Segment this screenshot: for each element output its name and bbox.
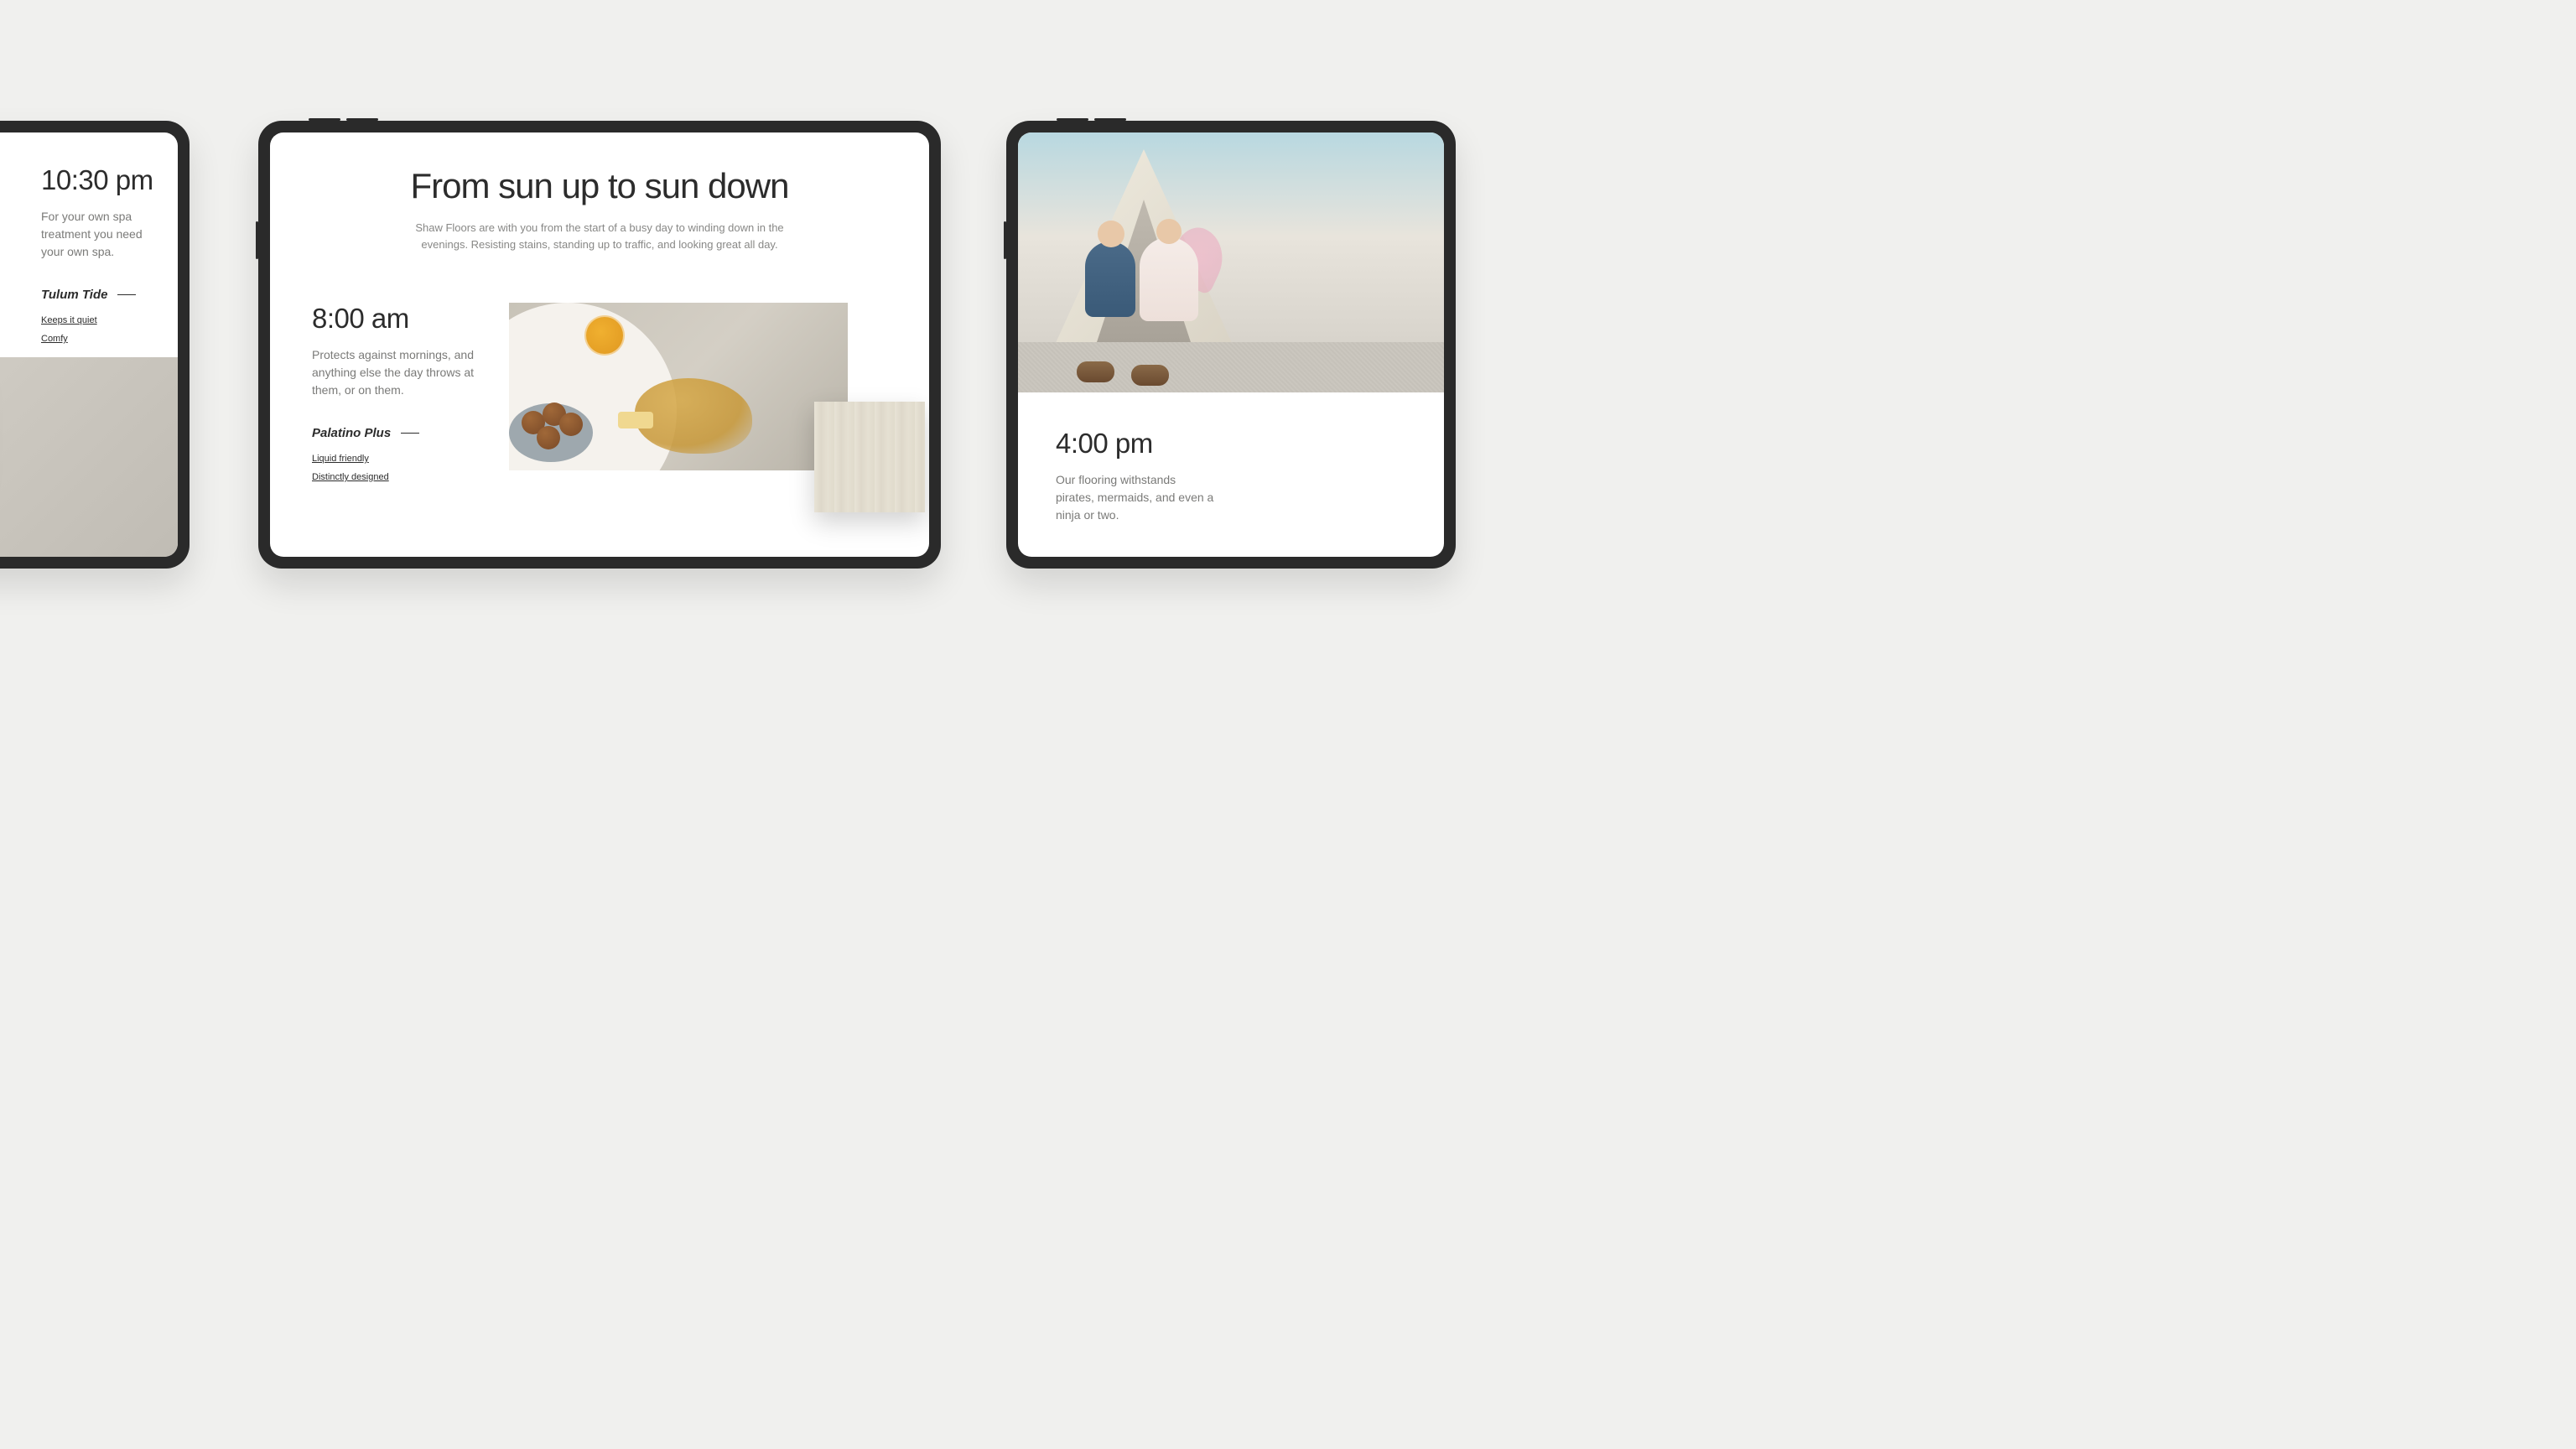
hero-title: From sun up to sun down (270, 166, 929, 206)
time-description: Protects against mornings, and anything … (312, 346, 475, 399)
time-heading: 8:00 am (312, 303, 475, 335)
hero-subtitle: Shaw Floors are with you from the start … (415, 220, 784, 252)
tablet-left: 10:30 pm For your own spa treatment you … (0, 121, 190, 569)
product-name: Palatino Plus (312, 426, 475, 440)
breakfast-spill-image (509, 303, 848, 470)
product-label: Palatino Plus (312, 426, 391, 440)
time-heading: 4:00 pm (1056, 428, 1444, 460)
product-label: Tulum Tide (41, 288, 107, 302)
kids-playing-image (1018, 132, 1444, 392)
feature-link[interactable]: Comfy (41, 334, 178, 344)
breakfast-image-area (509, 303, 887, 482)
divider-line-icon (117, 294, 136, 295)
screen-center: From sun up to sun down Shaw Floors are … (270, 132, 929, 557)
flooring-swatch[interactable] (814, 402, 925, 512)
product-name: Tulum Tide (41, 288, 178, 302)
feature-link[interactable]: Keeps it quiet (41, 315, 178, 325)
time-description: For your own spa treatment you need your… (41, 208, 154, 261)
tablet-center: From sun up to sun down Shaw Floors are … (258, 121, 941, 569)
feature-link[interactable]: Liquid friendly (312, 454, 475, 464)
screen-left: 10:30 pm For your own spa treatment you … (0, 132, 178, 557)
bathroom-image (0, 357, 178, 557)
time-heading: 10:30 pm (41, 164, 178, 196)
screen-right: 4:00 pm Our flooring withstands pirates,… (1018, 132, 1444, 557)
feature-link[interactable]: Distinctly designed (312, 472, 475, 482)
tablet-right: 4:00 pm Our flooring withstands pirates,… (1006, 121, 1456, 569)
divider-line-icon (401, 433, 419, 434)
time-description: Our flooring withstands pirates, mermaid… (1056, 471, 1215, 524)
